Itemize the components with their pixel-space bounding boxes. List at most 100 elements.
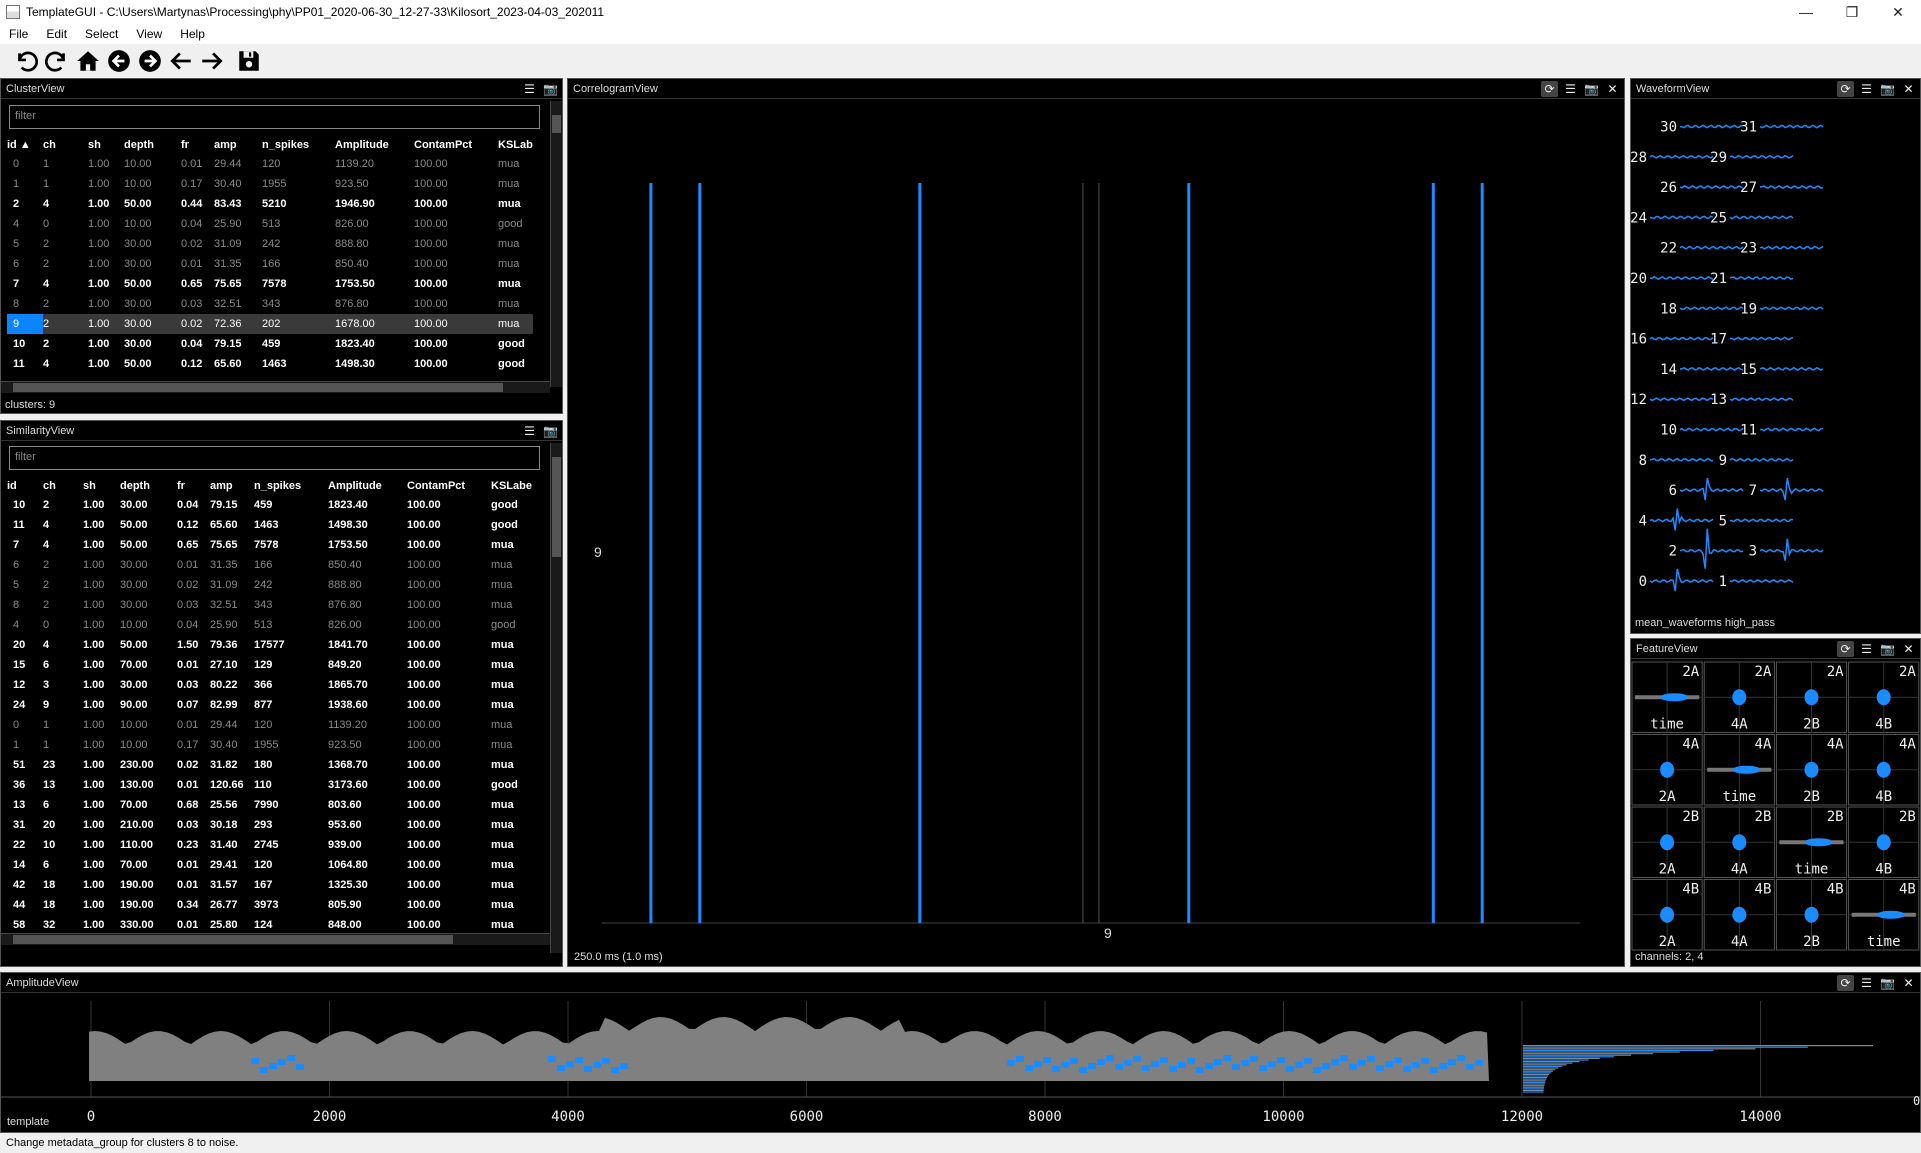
column-header-5[interactable]: amp bbox=[210, 476, 254, 495]
menu-view[interactable]: View bbox=[127, 27, 171, 41]
similarity-row[interactable]: 10 2 1.00 30.00 0.04 79.15 459 1823.40 100.00 goo… bbox=[7, 495, 532, 515]
camera-icon[interactable]: 📷 bbox=[1879, 641, 1896, 657]
cluster-row[interactable]: 2 4 1.00 50.00 0.44 83.43 5210 1946.90 100.00 mua bbox=[7, 194, 533, 214]
minimize-button[interactable]: — bbox=[1783, 0, 1829, 24]
cluster-row[interactable]: 8 2 1.00 30.00 0.03 32.51 343 876.80 100.00 mua bbox=[7, 294, 533, 314]
column-header-1[interactable]: ch bbox=[43, 476, 83, 495]
menu-file[interactable]: File bbox=[0, 27, 37, 41]
redo-icon[interactable] bbox=[41, 46, 72, 76]
similarity-row[interactable]: 58 32 1.00 330.00 0.01 25.80 124 848.00 100.00 mu… bbox=[7, 915, 532, 935]
similarity-row[interactable]: 6 2 1.00 30.00 0.01 31.35 166 850.40 100.00 mua bbox=[7, 555, 532, 575]
close-button[interactable]: ✕ bbox=[1875, 0, 1921, 24]
column-header-0[interactable]: id bbox=[7, 476, 43, 495]
similarity-row[interactable]: 7 4 1.00 50.00 0.65 75.65 7578 1753.50 100.00 mua bbox=[7, 535, 532, 555]
similarity-row[interactable]: 51 23 1.00 230.00 0.02 31.82 180 1368.70 100.00 m… bbox=[7, 755, 532, 775]
similarity-horizontal-scrollbar[interactable] bbox=[1, 933, 550, 945]
close-icon[interactable]: ✕ bbox=[1900, 81, 1917, 97]
arrow-right-icon[interactable] bbox=[196, 46, 227, 76]
column-header-3[interactable]: depth bbox=[120, 476, 177, 495]
column-header-1[interactable]: ch bbox=[43, 135, 88, 154]
menu-edit[interactable]: Edit bbox=[37, 27, 76, 41]
menu-help[interactable]: Help bbox=[171, 27, 214, 41]
cluster-row[interactable]: 7 4 1.00 50.00 0.65 75.65 7578 1753.50 100.00 mua bbox=[7, 274, 533, 294]
similarity-row[interactable]: 0 1 1.00 10.00 0.01 29.44 120 1139.20 100.00 mua bbox=[7, 715, 532, 735]
cluster-row[interactable]: 11 4 1.00 50.00 0.12 65.60 1463 1498.30 100.00 go… bbox=[7, 354, 533, 374]
column-header-3[interactable]: depth bbox=[124, 135, 181, 154]
similarity-row[interactable]: 24 9 1.00 90.00 0.07 82.99 877 1938.60 100.00 mua bbox=[7, 695, 532, 715]
cluster-row[interactable]: 0 1 1.00 10.00 0.01 29.44 120 1139.20 100.00 mua bbox=[7, 154, 533, 174]
cluster-row[interactable]: 9 2 1.00 30.00 0.02 72.36 202 1678.00 100.00 mua bbox=[7, 314, 533, 334]
similarity-vertical-scrollbar[interactable] bbox=[550, 443, 562, 953]
home-icon[interactable] bbox=[72, 46, 103, 76]
scroll-thumb[interactable] bbox=[552, 457, 561, 557]
similarity-row[interactable]: 1 1 1.00 10.00 0.17 30.40 1955 923.50 100.00 mua bbox=[7, 735, 532, 755]
column-header-4[interactable]: fr bbox=[181, 135, 214, 154]
cluster-filter-input[interactable]: filter bbox=[9, 105, 540, 129]
undo-icon[interactable] bbox=[10, 46, 41, 76]
column-header-7[interactable]: Amplitude bbox=[328, 476, 407, 495]
cluster-horizontal-scrollbar[interactable] bbox=[1, 381, 550, 393]
scroll-thumb[interactable] bbox=[13, 383, 503, 392]
column-header-8[interactable]: ContamPct bbox=[414, 135, 498, 154]
menu-icon[interactable]: ☰ bbox=[521, 423, 538, 439]
similarity-row[interactable]: 8 2 1.00 30.00 0.03 32.51 343 876.80 100.00 mua bbox=[7, 595, 532, 615]
back-circle-icon[interactable] bbox=[103, 46, 134, 76]
column-header-0[interactable]: id ▲ bbox=[7, 135, 43, 154]
scroll-thumb[interactable] bbox=[552, 115, 561, 133]
camera-icon[interactable]: 📷 bbox=[1879, 975, 1896, 991]
similarity-row[interactable]: 15 6 1.00 70.00 0.01 27.10 129 849.20 100.00 mua bbox=[7, 655, 532, 675]
column-header-9[interactable]: KSLabe bbox=[491, 476, 532, 495]
similarity-row[interactable]: 31 20 1.00 210.00 0.03 30.18 293 953.60 100.00 mu… bbox=[7, 815, 532, 835]
forward-circle-icon[interactable] bbox=[134, 46, 165, 76]
column-header-5[interactable]: amp bbox=[214, 135, 262, 154]
cluster-row[interactable]: 5 2 1.00 30.00 0.02 31.09 242 888.80 100.00 mua bbox=[7, 234, 533, 254]
similarity-row[interactable]: 36 13 1.00 130.00 0.01 120.66 110 3173.60 100.00… bbox=[7, 775, 532, 795]
arrow-left-icon[interactable] bbox=[165, 46, 196, 76]
similarity-row[interactable]: 11 4 1.00 50.00 0.12 65.60 1463 1498.30 100.00 go… bbox=[7, 515, 532, 535]
menu-icon[interactable]: ☰ bbox=[1858, 641, 1875, 657]
similarity-row[interactable]: 22 10 1.00 110.00 0.23 31.40 2745 939.00 100.00 m… bbox=[7, 835, 532, 855]
camera-icon[interactable]: 📷 bbox=[542, 423, 559, 439]
menu-icon[interactable]: ☰ bbox=[1858, 975, 1875, 991]
similarity-row[interactable]: 5 2 1.00 30.00 0.02 31.09 242 888.80 100.00 mua bbox=[7, 575, 532, 595]
sync-icon[interactable]: ⟳ bbox=[1837, 975, 1854, 991]
camera-icon[interactable]: 📷 bbox=[1879, 81, 1896, 97]
cluster-row[interactable]: 1 1 1.00 10.00 0.17 30.40 1955 923.50 100.00 mua bbox=[7, 174, 533, 194]
menu-select[interactable]: Select bbox=[76, 27, 127, 41]
column-header-6[interactable]: n_spikes bbox=[262, 135, 335, 154]
cluster-row[interactable]: 4 0 1.00 10.00 0.04 25.90 513 826.00 100.00 good bbox=[7, 214, 533, 234]
column-header-9[interactable]: KSLab bbox=[498, 135, 533, 154]
maximize-button[interactable]: ❐ bbox=[1829, 0, 1875, 24]
column-header-2[interactable]: sh bbox=[83, 476, 120, 495]
similarity-filter-input[interactable]: filter bbox=[9, 446, 540, 470]
column-header-6[interactable]: n_spikes bbox=[254, 476, 328, 495]
column-header-2[interactable]: sh bbox=[88, 135, 124, 154]
menu-icon[interactable]: ☰ bbox=[521, 81, 538, 97]
cluster-row[interactable]: 6 2 1.00 30.00 0.01 31.35 166 850.40 100.00 mua bbox=[7, 254, 533, 274]
close-icon[interactable]: ✕ bbox=[1900, 641, 1917, 657]
cluster-vertical-scrollbar[interactable] bbox=[550, 101, 562, 387]
similarity-row[interactable]: 44 18 1.00 190.00 0.34 26.77 3973 805.90 100.00 m… bbox=[7, 895, 532, 915]
sync-icon[interactable]: ⟳ bbox=[1837, 81, 1854, 97]
correlogram-plot[interactable] bbox=[568, 79, 1624, 966]
table-cell: 100.00 bbox=[407, 859, 441, 871]
similarity-row[interactable]: 4 0 1.00 10.00 0.04 25.90 513 826.00 100.00 good bbox=[7, 615, 532, 635]
similarity-row[interactable]: 20 4 1.00 50.00 1.50 79.36 17577 1841.70 100.00 m… bbox=[7, 635, 532, 655]
save-icon[interactable] bbox=[233, 46, 264, 76]
menu-icon[interactable]: ☰ bbox=[1858, 81, 1875, 97]
similarity-row[interactable]: 42 18 1.00 190.00 0.01 31.57 167 1325.30 100.00 m… bbox=[7, 875, 532, 895]
sync-icon[interactable]: ⟳ bbox=[1837, 641, 1854, 657]
similarity-row[interactable]: 14 6 1.00 70.00 0.01 29.41 120 1064.80 100.00 mua bbox=[7, 855, 532, 875]
scroll-thumb[interactable] bbox=[13, 935, 453, 944]
feature-grid[interactable]: 2A time 2A 4A 2A 2B 2A 4B 4A 2A 4A time 4A 2B 4A 4B 2B 2A… bbox=[1631, 661, 1920, 951]
close-icon[interactable]: ✕ bbox=[1900, 975, 1917, 991]
camera-icon[interactable]: 📷 bbox=[542, 81, 559, 97]
cluster-row[interactable]: 10 2 1.00 30.00 0.04 79.15 459 1823.40 100.00 goo… bbox=[7, 334, 533, 354]
column-header-4[interactable]: fr bbox=[177, 476, 210, 495]
column-header-7[interactable]: Amplitude bbox=[335, 135, 414, 154]
similarity-row[interactable]: 12 3 1.00 30.00 0.03 80.22 366 1865.70 100.00 mua bbox=[7, 675, 532, 695]
waveform-plot[interactable]: 0 12 34 56 78 910 1112 1314 1516 1718 1920 2122 2324… bbox=[1631, 101, 1920, 621]
column-header-8[interactable]: ContamPct bbox=[407, 476, 491, 495]
similarity-row[interactable]: 13 6 1.00 70.00 0.68 25.56 7990 803.60 100.00 mua bbox=[7, 795, 532, 815]
amplitude-plot[interactable]: 0 2000 4000 6000 8000 10000 12000 14000 0 bbox=[1, 993, 1920, 1133]
